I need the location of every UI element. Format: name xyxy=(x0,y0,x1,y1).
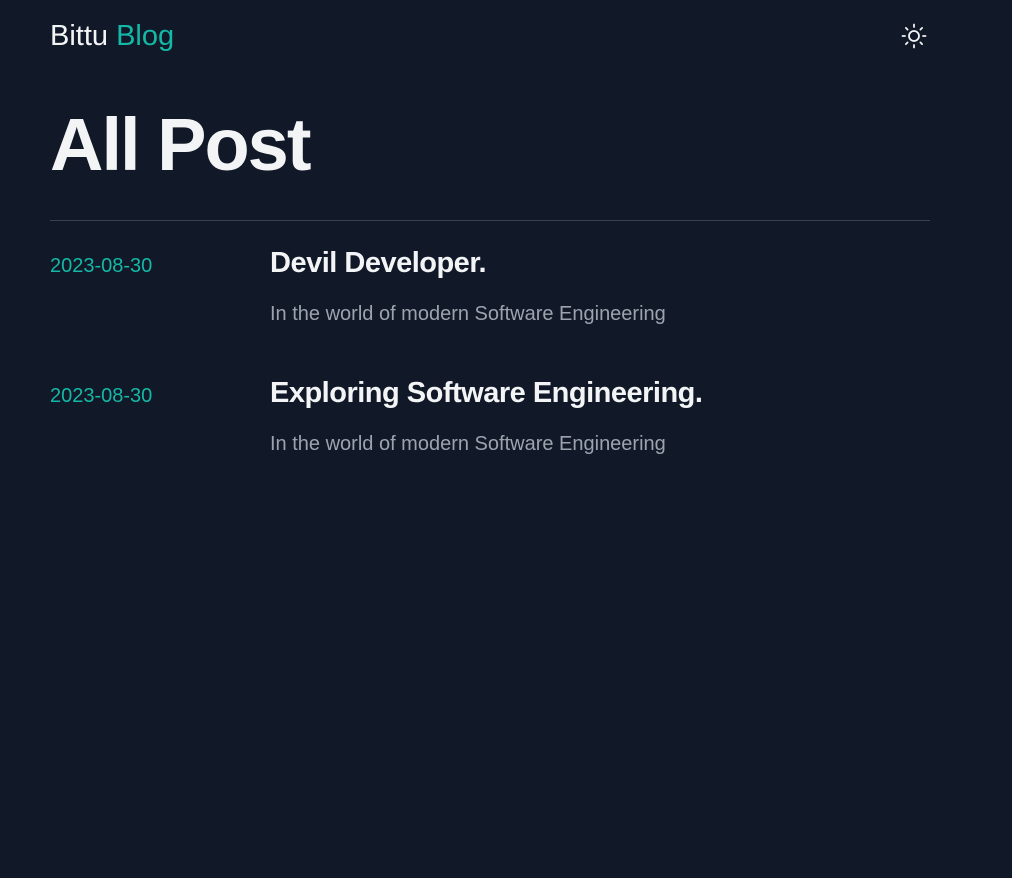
theme-toggle-button[interactable] xyxy=(900,22,928,50)
brand-name: Bittu xyxy=(50,20,109,52)
brand-accent-text: Blog xyxy=(116,20,175,52)
page-title: All Post xyxy=(50,103,311,186)
post-list-item: 2023-08-30 Devil Developer. In the world… xyxy=(50,240,930,370)
post-title-link[interactable]: Exploring Software Engineering. xyxy=(270,375,703,411)
post-list-item: 2023-08-30 Exploring Software Engineerin… xyxy=(50,370,930,500)
post-summary: In the world of modern Software Engineer… xyxy=(270,303,666,325)
site-header: Bittu Blog xyxy=(50,0,930,72)
sun-icon xyxy=(901,23,927,49)
post-list: 2023-08-30 Devil Developer. In the world… xyxy=(50,240,930,500)
post-date: 2023-08-30 xyxy=(50,385,153,407)
site-logo-link[interactable]: Bittu Blog xyxy=(50,18,174,54)
post-summary: In the world of modern Software Engineer… xyxy=(270,433,666,455)
title-divider xyxy=(50,220,930,221)
post-date: 2023-08-30 xyxy=(50,255,153,277)
page: Bittu Blog All Post 2023-08-30 Devil Dev… xyxy=(0,0,1012,878)
post-title-link[interactable]: Devil Developer. xyxy=(270,245,487,281)
